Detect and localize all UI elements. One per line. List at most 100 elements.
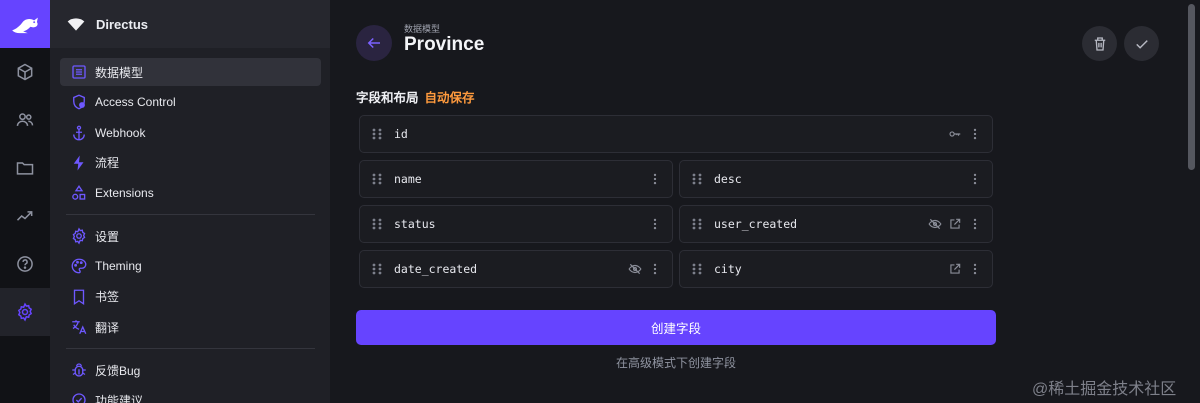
- module-bar: [0, 0, 50, 403]
- palette-icon: [70, 257, 88, 275]
- more-vert-icon[interactable]: [968, 217, 982, 231]
- visibility-off-icon: [928, 218, 942, 230]
- nav-item-label: 书签: [95, 290, 120, 305]
- scrollbar-thumb[interactable]: [1188, 4, 1195, 170]
- nav-item-translations[interactable]: 翻译: [60, 313, 321, 341]
- module-files[interactable]: [0, 144, 50, 192]
- arrow-back-icon: [367, 37, 380, 49]
- anchor-icon: [70, 124, 88, 142]
- nav-item-webhook[interactable]: Webhook: [60, 119, 321, 147]
- more-vert-icon[interactable]: [968, 262, 982, 276]
- users-icon: [16, 113, 34, 126]
- directus-logo[interactable]: [0, 0, 50, 48]
- nav-item-feature-request[interactable]: 功能建议: [60, 386, 321, 403]
- field-row-status[interactable]: status: [359, 205, 673, 243]
- help-icon: [17, 256, 33, 272]
- nav-item-access-control[interactable]: Access Control: [60, 88, 321, 116]
- field-name: city: [714, 262, 742, 276]
- verified-icon: [70, 391, 88, 403]
- list-alt-icon: [70, 63, 88, 81]
- nav-item-report-bug[interactable]: 反馈Bug: [60, 356, 321, 384]
- module-help[interactable]: [0, 240, 50, 288]
- field-row-user-created[interactable]: user_created: [679, 205, 993, 243]
- drag-handle-icon[interactable]: [690, 217, 704, 231]
- drag-handle-icon[interactable]: [370, 172, 384, 186]
- drag-handle-icon[interactable]: [690, 172, 704, 186]
- wifi-icon: [67, 18, 85, 31]
- nav-item-label: Theming: [95, 259, 142, 274]
- field-name: user_created: [714, 217, 798, 231]
- field-row-desc[interactable]: desc: [679, 160, 993, 198]
- autosave-indicator: 自动保存: [424, 91, 475, 105]
- module-settings[interactable]: [0, 288, 50, 336]
- folder-icon: [16, 162, 34, 175]
- category-icon: [70, 184, 88, 202]
- more-vert-icon[interactable]: [648, 217, 662, 231]
- bookmark-icon: [70, 288, 88, 306]
- nav-item-label: Extensions: [95, 186, 154, 201]
- bolt-icon: [70, 154, 88, 172]
- module-insights[interactable]: [0, 192, 50, 240]
- project-name: Directus: [96, 16, 149, 32]
- nav-item-flows[interactable]: 流程: [60, 149, 321, 177]
- drag-handle-icon[interactable]: [370, 217, 384, 231]
- nav-item-label: 设置: [95, 229, 120, 244]
- nav-item-label: Access Control: [95, 95, 176, 110]
- field-name: name: [394, 172, 422, 186]
- key-icon: [949, 131, 961, 137]
- trash-icon: [1094, 36, 1105, 51]
- open-in-new-icon[interactable]: [948, 217, 962, 231]
- more-vert-icon[interactable]: [968, 172, 982, 186]
- nav-divider: [66, 214, 315, 216]
- delete-button[interactable]: [1082, 26, 1117, 61]
- field-row-id[interactable]: id: [359, 115, 993, 153]
- nav-item-label: 功能建议: [95, 393, 144, 403]
- project-header[interactable]: Directus: [50, 0, 330, 48]
- field-row-date-created[interactable]: date_created: [359, 250, 673, 288]
- translate-icon: [70, 318, 88, 336]
- more-vert-icon[interactable]: [968, 127, 982, 141]
- drag-handle-icon[interactable]: [370, 127, 384, 141]
- field-row-name[interactable]: name: [359, 160, 673, 198]
- nav-item-data-model[interactable]: 数据模型: [60, 58, 321, 86]
- section-title: 字段和布局: [356, 91, 419, 105]
- rabbit-logo-icon: [12, 17, 38, 34]
- fields-section-label: 字段和布局 自动保存: [356, 87, 475, 106]
- nav-item-extensions[interactable]: Extensions: [60, 179, 321, 207]
- field-name: id: [394, 127, 408, 141]
- bug-icon: [70, 361, 88, 379]
- module-content[interactable]: [0, 48, 50, 96]
- navigation-panel: Directus 数据模型 Access Control Webhook 流程 …: [50, 0, 330, 403]
- module-users[interactable]: [0, 96, 50, 144]
- drag-handle-icon[interactable]: [370, 262, 384, 276]
- more-vert-icon[interactable]: [648, 262, 662, 276]
- nav-item-theming[interactable]: Theming: [60, 252, 321, 280]
- nav-item-label: 反馈Bug: [95, 363, 141, 378]
- nav-item-label: 翻译: [95, 320, 120, 335]
- nav-item-project-settings[interactable]: 设置: [60, 222, 321, 250]
- page-title: Province: [404, 34, 485, 55]
- back-button[interactable]: [356, 25, 392, 61]
- gear-icon: [70, 227, 88, 245]
- watermark: @稀土掘金技术社区: [1032, 381, 1177, 398]
- create-field-button[interactable]: 创建字段: [356, 310, 996, 345]
- insights-icon: [16, 211, 33, 221]
- field-row-city[interactable]: city: [679, 250, 993, 288]
- settings-nav-list: 数据模型 Access Control Webhook 流程 Extension…: [50, 48, 330, 403]
- open-in-new-icon[interactable]: [948, 262, 962, 276]
- create-field-advanced-link[interactable]: 在高级模式下创建字段: [356, 354, 996, 371]
- check-icon: [1135, 39, 1148, 49]
- nav-item-label: 数据模型: [95, 65, 144, 80]
- scrollbar[interactable]: [1185, 0, 1200, 403]
- visibility-off-icon: [628, 263, 642, 275]
- save-button[interactable]: [1124, 26, 1159, 61]
- main-content: 数据模型 Province 字段和布局 自动保存 id name desc st…: [330, 0, 1185, 403]
- field-name: status: [394, 217, 436, 231]
- settings-gear-icon: [17, 302, 33, 322]
- nav-item-bookmarks[interactable]: 书签: [60, 283, 321, 311]
- box-icon: [17, 63, 33, 81]
- nav-item-label: 流程: [95, 156, 120, 171]
- field-name: date_created: [394, 262, 478, 276]
- more-vert-icon[interactable]: [648, 172, 662, 186]
- drag-handle-icon[interactable]: [690, 262, 704, 276]
